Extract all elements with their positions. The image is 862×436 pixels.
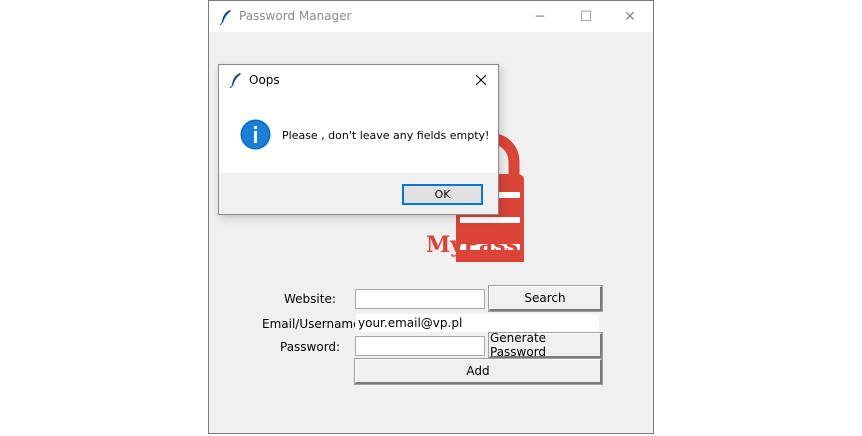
logo-text: MyPass xyxy=(426,232,518,258)
add-button-label: Add xyxy=(466,364,490,378)
oops-dialog: Oops Please , don't leave any fields emp… xyxy=(218,64,499,215)
dialog-close-button[interactable] xyxy=(470,69,492,91)
maximize-icon: ☐ xyxy=(579,8,593,25)
minimize-icon: ─ xyxy=(535,8,545,25)
feather-icon xyxy=(229,73,241,88)
minimize-button[interactable]: ─ xyxy=(517,1,563,32)
generate-password-label: Generate Password xyxy=(490,331,547,359)
ok-button[interactable]: OK xyxy=(402,184,483,205)
feather-icon xyxy=(219,10,231,25)
close-button[interactable]: ✕ xyxy=(607,1,653,32)
password-label: Password: xyxy=(280,340,341,354)
window-title: Password Manager xyxy=(239,9,352,23)
close-icon: ✕ xyxy=(624,8,636,25)
search-button[interactable]: Search xyxy=(488,285,603,312)
add-button[interactable]: Add xyxy=(354,358,603,385)
close-icon xyxy=(475,74,487,86)
password-input[interactable] xyxy=(355,336,485,356)
maximize-button[interactable]: ☐ xyxy=(563,1,609,32)
dialog-title: Oops xyxy=(249,73,280,87)
info-icon xyxy=(240,119,271,150)
title-bar[interactable]: Password Manager ─ ☐ ✕ xyxy=(209,1,653,32)
search-button-label: Search xyxy=(524,291,566,305)
website-input[interactable] xyxy=(355,289,485,309)
dialog-body: Oops Please , don't leave any fields emp… xyxy=(219,65,498,173)
email-input[interactable] xyxy=(355,313,600,333)
website-label: Website: xyxy=(284,292,336,306)
email-label: Email/Username: xyxy=(262,317,365,331)
dialog-message: Please , don't leave any fields empty! xyxy=(282,129,490,142)
ok-button-label: OK xyxy=(434,188,451,201)
generate-password-button[interactable]: Generate Password xyxy=(488,331,603,359)
